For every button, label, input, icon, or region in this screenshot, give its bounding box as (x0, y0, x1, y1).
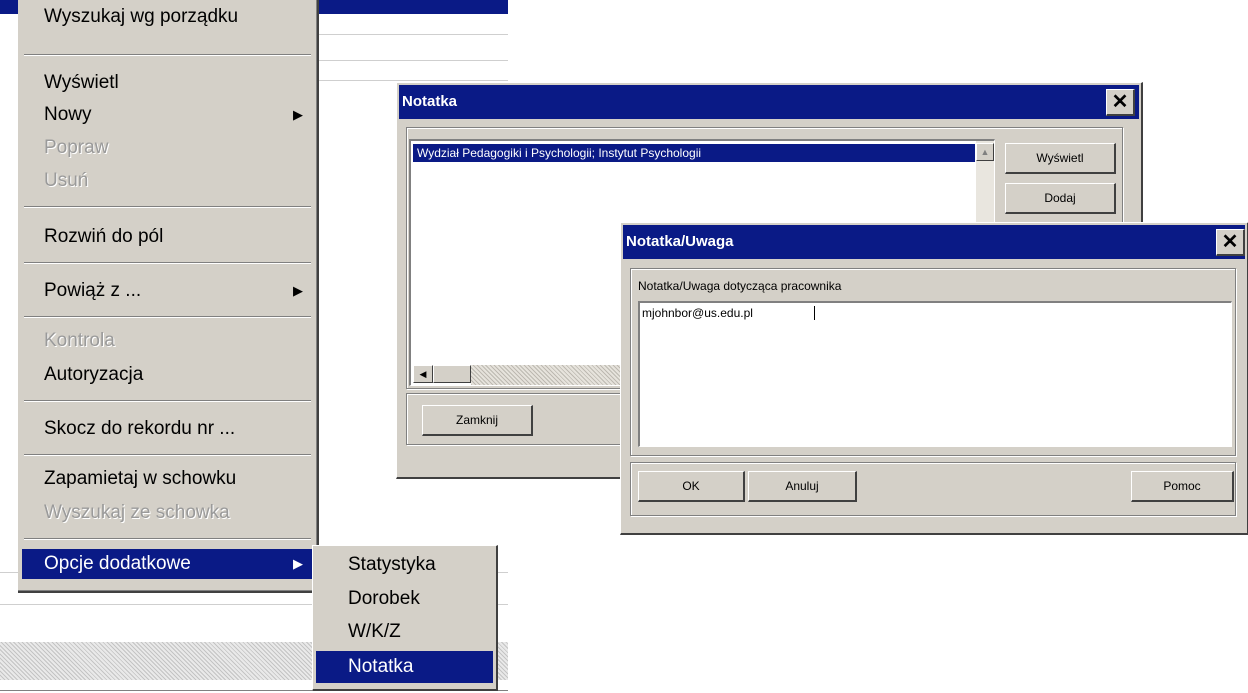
view-button[interactable]: Wyświetl (1005, 143, 1116, 174)
close-icon[interactable]: ✕ (1216, 229, 1245, 256)
submenu-arrow-icon: ▶ (293, 107, 303, 122)
list-item[interactable]: Wydział Pedagogiki i Psychologii; Instyt… (413, 144, 975, 162)
notatka-uwaga-dialog-title: Notatka/Uwaga (626, 233, 734, 250)
menu-item-popraw: Popraw (44, 137, 109, 158)
menu-item-powiaz-z[interactable]: Powiąż z ... ▶ (22, 276, 313, 306)
close-button[interactable]: Zamknij (422, 405, 533, 436)
close-icon[interactable]: ✕ (1106, 89, 1135, 116)
menu-item-skocz-do-rekordu[interactable]: Skocz do rekordu nr ... (22, 414, 313, 444)
notatka-uwaga-dialog-titlebar: Notatka/Uwaga ✕ (623, 225, 1245, 259)
menu-item-nowy[interactable]: Nowy ▶ (22, 100, 313, 130)
submenu-opcje-dodatkowe: Statystyka Dorobek W/K/Z Notatka (312, 545, 498, 691)
menu-separator (24, 400, 311, 402)
menu-item-wyszukaj-ze-schowka: Wyszukaj ze schowka (44, 502, 230, 523)
menu-item-wyszukaj-wg-porzadku[interactable]: Wyszukaj wg porządku (22, 2, 313, 32)
menu-item-rozwin-do-pol[interactable]: Rozwiń do pól (22, 222, 313, 252)
menu-item-usun: Usuń (44, 170, 89, 191)
help-button[interactable]: Pomoc (1131, 471, 1234, 502)
notatka-dialog-title: Notatka (402, 93, 458, 110)
submenu-arrow-icon: ▶ (293, 283, 303, 298)
scroll-up-icon[interactable]: ▲ (976, 143, 994, 161)
menu-item-kontrola: Kontrola (44, 330, 115, 351)
submenu-item-statystyka[interactable]: Statystyka (316, 549, 493, 581)
note-text-area[interactable]: mjohnbor@us.edu.pl (638, 301, 1232, 447)
notatka-uwaga-dialog: Notatka/Uwaga ✕ Notatka/Uwaga dotycząca … (620, 222, 1248, 535)
menu-item-zapamietaj-w-schowku[interactable]: Zapamietaj w schowku (22, 464, 313, 494)
note-field-label: Notatka/Uwaga dotycząca pracownika (638, 279, 842, 293)
notatka-dialog-titlebar: Notatka ✕ (399, 85, 1139, 119)
menu-separator (24, 206, 311, 208)
menu-separator (24, 262, 311, 264)
note-text-value: mjohnbor@us.edu.pl (642, 306, 753, 320)
text-caret (814, 306, 815, 320)
cancel-button[interactable]: Anuluj (748, 471, 857, 502)
menu-separator (24, 538, 311, 540)
menu-item-autoryzacja[interactable]: Autoryzacja (22, 360, 313, 390)
context-menu: Wyszukaj wg porządku Wyświetl Nowy ▶ Popr… (18, 0, 319, 593)
background-grid-line (318, 60, 508, 61)
menu-separator (24, 54, 311, 56)
submenu-item-wkz[interactable]: W/K/Z (316, 616, 493, 648)
add-button[interactable]: Dodaj (1005, 183, 1116, 214)
ok-button[interactable]: OK (638, 471, 745, 502)
menu-separator (24, 316, 311, 318)
scroll-thumb[interactable] (433, 365, 471, 383)
menu-separator (24, 454, 311, 456)
menu-item-wyswietl[interactable]: Wyświetl (22, 68, 313, 98)
menu-item-opcje-dodatkowe[interactable]: Opcje dodatkowe ▶ (22, 549, 313, 579)
background-grid-line (318, 34, 508, 35)
submenu-item-dorobek[interactable]: Dorobek (316, 583, 493, 615)
background-grid-line (318, 80, 508, 81)
submenu-arrow-icon: ▶ (293, 556, 303, 571)
submenu-item-notatka[interactable]: Notatka (316, 651, 493, 683)
scroll-left-icon[interactable]: ◀ (413, 365, 433, 383)
